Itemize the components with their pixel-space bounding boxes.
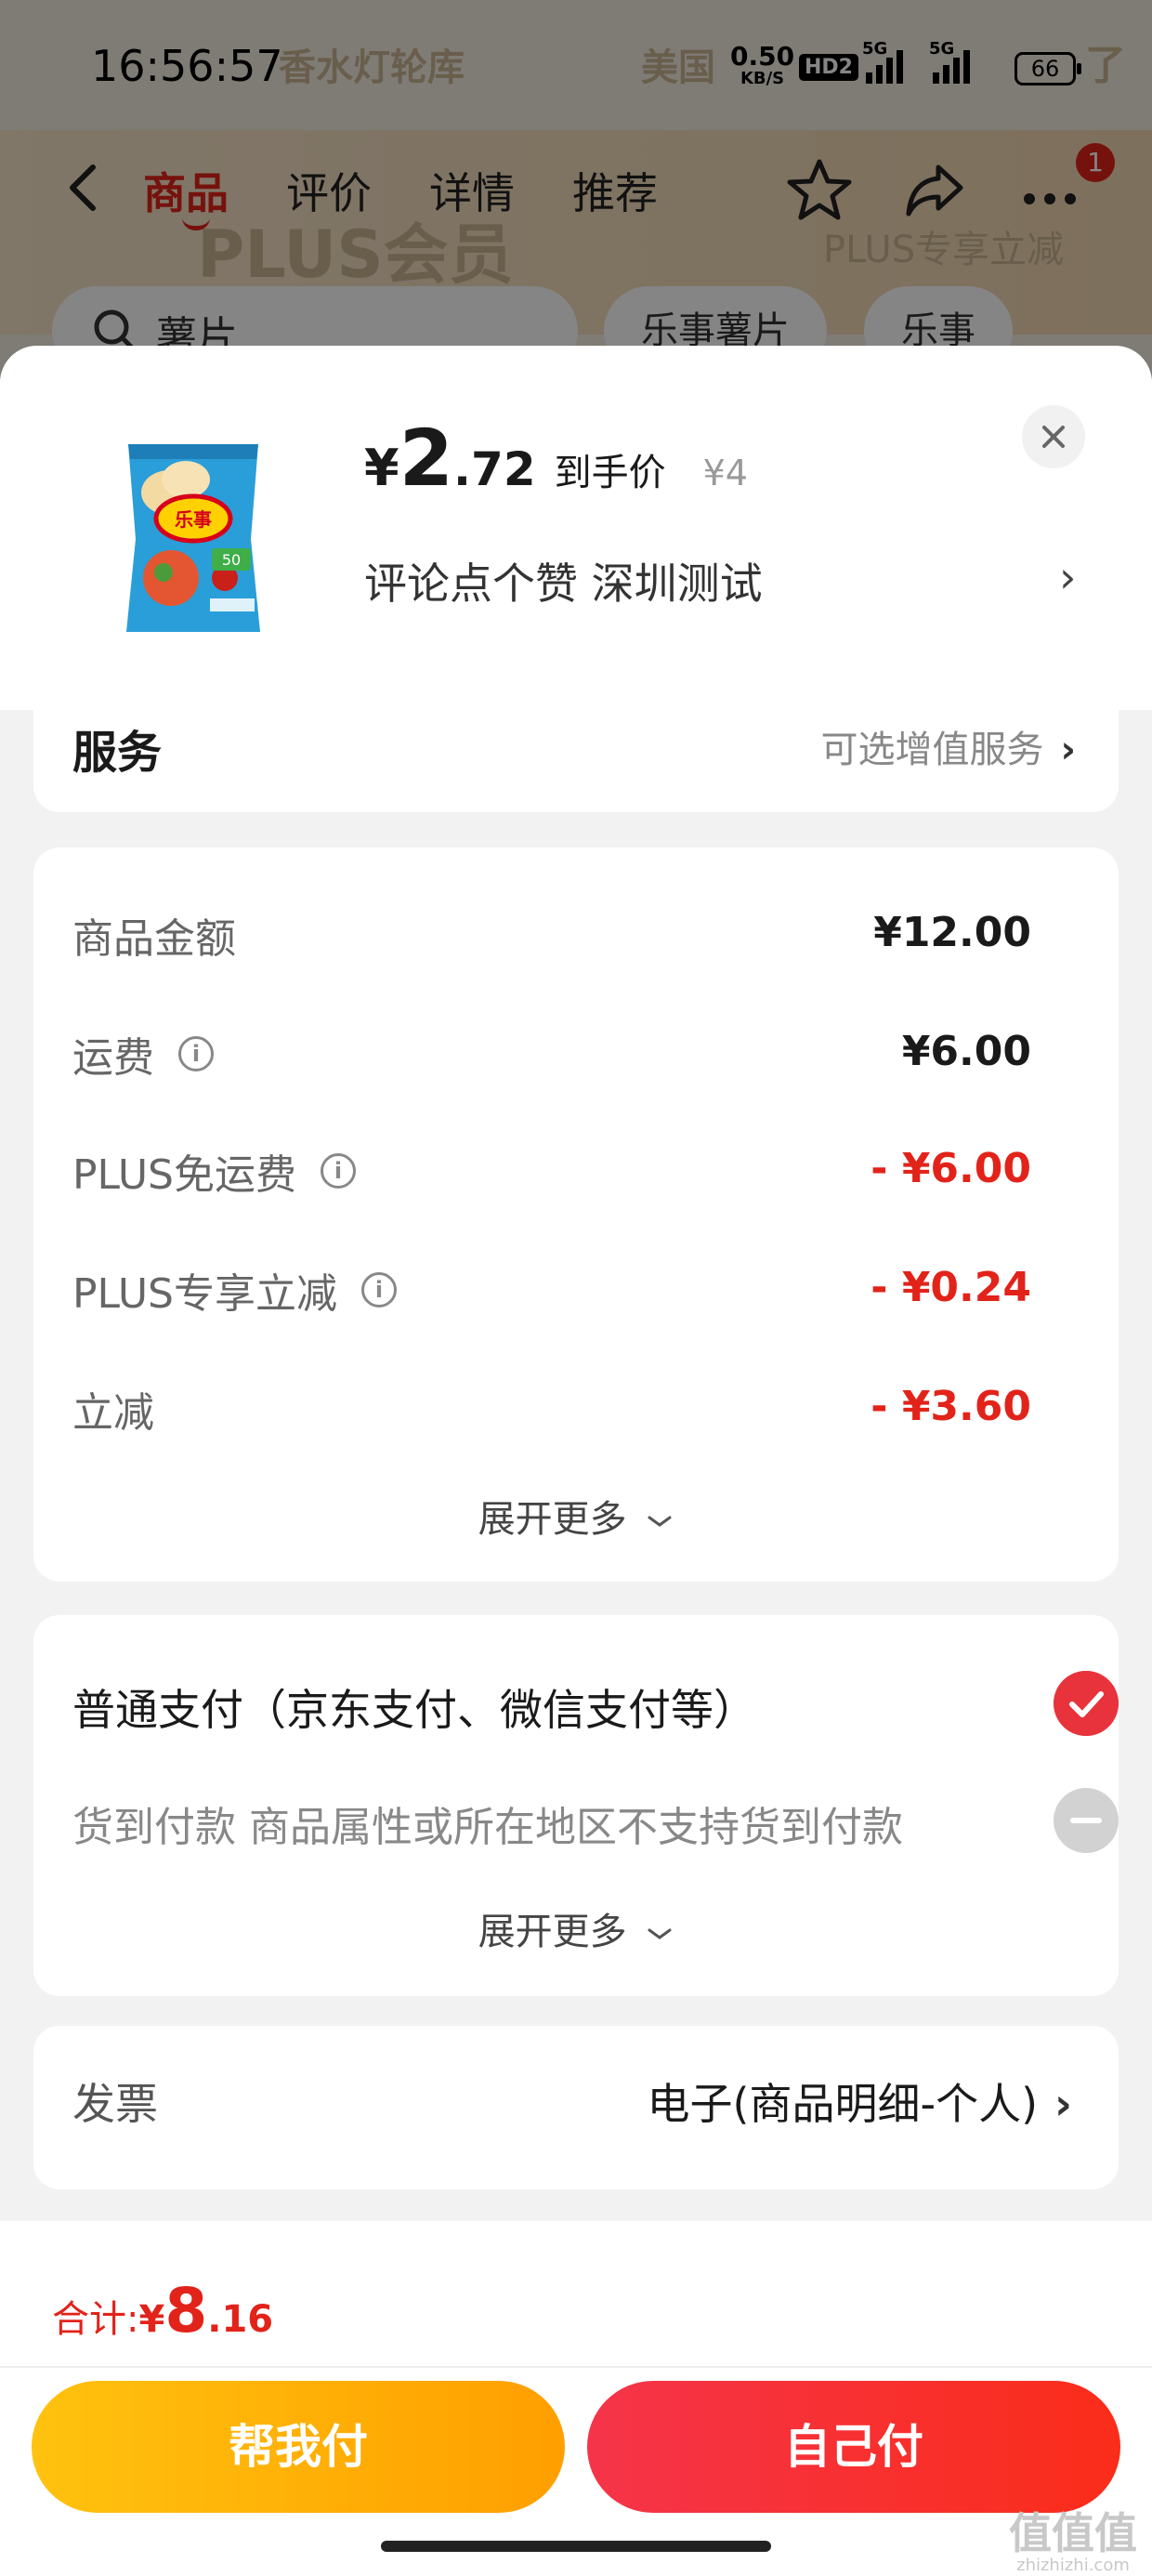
payment-option-cod: 货到付款 商品属性或所在地区不支持货到付款 xyxy=(72,1788,1119,1859)
chevron-right-icon: › xyxy=(1060,729,1076,771)
checkmark-icon[interactable] xyxy=(1054,1671,1119,1736)
chevron-right-icon[interactable]: › xyxy=(1059,552,1076,602)
original-price: ¥4 xyxy=(702,453,748,493)
fee-value: ¥12.00 xyxy=(873,909,1031,956)
home-indicator[interactable] xyxy=(381,2541,771,2552)
fee-label: PLUS专享立减 i xyxy=(72,1260,397,1320)
fee-value: - ¥6.00 xyxy=(871,1145,1031,1192)
fee-label-text: 商品金额 xyxy=(72,915,236,963)
price-integer: 2 xyxy=(399,413,454,504)
price-label: 到手价 xyxy=(554,452,666,494)
payment-method-card: 普通支付（京东支付、微信支付等） 货到付款 商品属性或所在地区不支持货到付款 展… xyxy=(33,1615,1119,1996)
fee-label: 商品金额 xyxy=(72,905,236,965)
fee-value: - ¥3.60 xyxy=(871,1383,1031,1430)
price-decimal: .72 xyxy=(453,442,536,496)
service-option[interactable]: 可选增值服务 › xyxy=(821,719,1076,773)
total-decimal: .16 xyxy=(207,2298,274,2341)
package-brand: 乐事 xyxy=(175,508,212,531)
fee-value: ¥6.00 xyxy=(901,1028,1031,1075)
fee-label-text: PLUS专享立减 xyxy=(72,1270,337,1318)
expand-more-button[interactable]: 展开更多 xyxy=(33,1489,1119,1543)
total-label: 合计: xyxy=(52,2298,139,2341)
payment-option-label: 普通支付（京东支付、微信支付等） xyxy=(72,1685,756,1735)
expand-more-label: 展开更多 xyxy=(478,1498,627,1541)
info-icon[interactable]: i xyxy=(178,1036,214,1071)
disabled-icon xyxy=(1054,1788,1119,1853)
invoice-value[interactable]: 电子(商品明细-个人) › xyxy=(648,2070,1072,2132)
fee-row: 商品金额 ¥12.00 xyxy=(72,905,1063,970)
fee-label: 运费 i xyxy=(72,1024,214,1084)
bottom-action-bar: 合计: ¥ 8 .16 帮我付 自己付 值值值 zhizhizhi.com xyxy=(0,2221,1152,2576)
fee-label-text: 运费 xyxy=(72,1034,154,1082)
service-card[interactable]: 服务 可选增值服务 › xyxy=(33,710,1119,812)
total-integer: 8 xyxy=(164,2275,208,2346)
total-price: 合计: ¥ 8 .16 xyxy=(52,2275,273,2346)
service-option-label: 可选增值服务 xyxy=(820,729,1044,771)
expand-more-button[interactable]: 展开更多 xyxy=(33,1901,1119,1955)
sheet-header: 乐事 50 ¥ 2 .72 到手价 ¥4 评论点个赞 深圳测试 › xyxy=(0,346,1152,710)
invoice-label: 发票 xyxy=(72,2079,158,2129)
chevron-right-icon: › xyxy=(1054,2079,1072,2129)
self-pay-button[interactable]: 自己付 xyxy=(587,2381,1120,2513)
fee-row: 立减 - ¥3.60 xyxy=(72,1379,1063,1444)
package-label: 50 xyxy=(222,551,241,569)
price-row: ¥ 2 .72 到手价 ¥4 xyxy=(364,413,748,504)
product-subtitle[interactable]: 评论点个赞 深圳测试 xyxy=(364,550,763,611)
fee-row: PLUS专享立减 i - ¥0.24 xyxy=(72,1260,1063,1325)
chevron-down-icon xyxy=(648,1928,672,1939)
fee-row: PLUS免运费 i - ¥6.00 xyxy=(72,1141,1063,1206)
invoice-value-text: 电子(商品明细-个人) xyxy=(647,2079,1039,2129)
payment-option-normal[interactable]: 普通支付（京东支付、微信支付等） xyxy=(72,1671,1119,1741)
expand-more-label: 展开更多 xyxy=(478,1911,627,1953)
product-image: 乐事 50 xyxy=(126,444,260,632)
watermark: 值值值 zhizhizhi.com xyxy=(1009,2500,1137,2575)
info-icon[interactable]: i xyxy=(321,1153,356,1189)
fee-label-text: PLUS免运费 xyxy=(72,1151,296,1199)
fee-breakdown-card: 商品金额 ¥12.00 运费 i ¥6.00 PLUS免运费 i - ¥6.00 P… xyxy=(33,848,1119,1582)
invoice-card[interactable]: 发票 电子(商品明细-个人) › xyxy=(33,2026,1119,2189)
watermark-text: 值值值 xyxy=(1009,2508,1137,2558)
info-icon[interactable]: i xyxy=(361,1272,397,1308)
fee-value: - ¥0.24 xyxy=(871,1264,1031,1311)
fee-label: PLUS免运费 i xyxy=(72,1141,356,1201)
fee-row: 运费 i ¥6.00 xyxy=(72,1024,1063,1089)
close-icon[interactable] xyxy=(1022,405,1085,468)
payment-option-label: 货到付款 商品属性或所在地区不支持货到付款 xyxy=(72,1804,903,1851)
service-title: 服务 xyxy=(72,727,163,779)
fee-label-text: 立减 xyxy=(72,1389,154,1437)
total-currency: ¥ xyxy=(138,2298,165,2341)
watermark-site: zhizhizhi.com xyxy=(1016,2556,1130,2575)
fee-label: 立减 xyxy=(72,1379,154,1439)
help-pay-button[interactable]: 帮我付 xyxy=(32,2381,565,2513)
divider xyxy=(0,2366,1152,2368)
chevron-down-icon xyxy=(648,1516,672,1527)
price-currency: ¥ xyxy=(364,439,399,497)
